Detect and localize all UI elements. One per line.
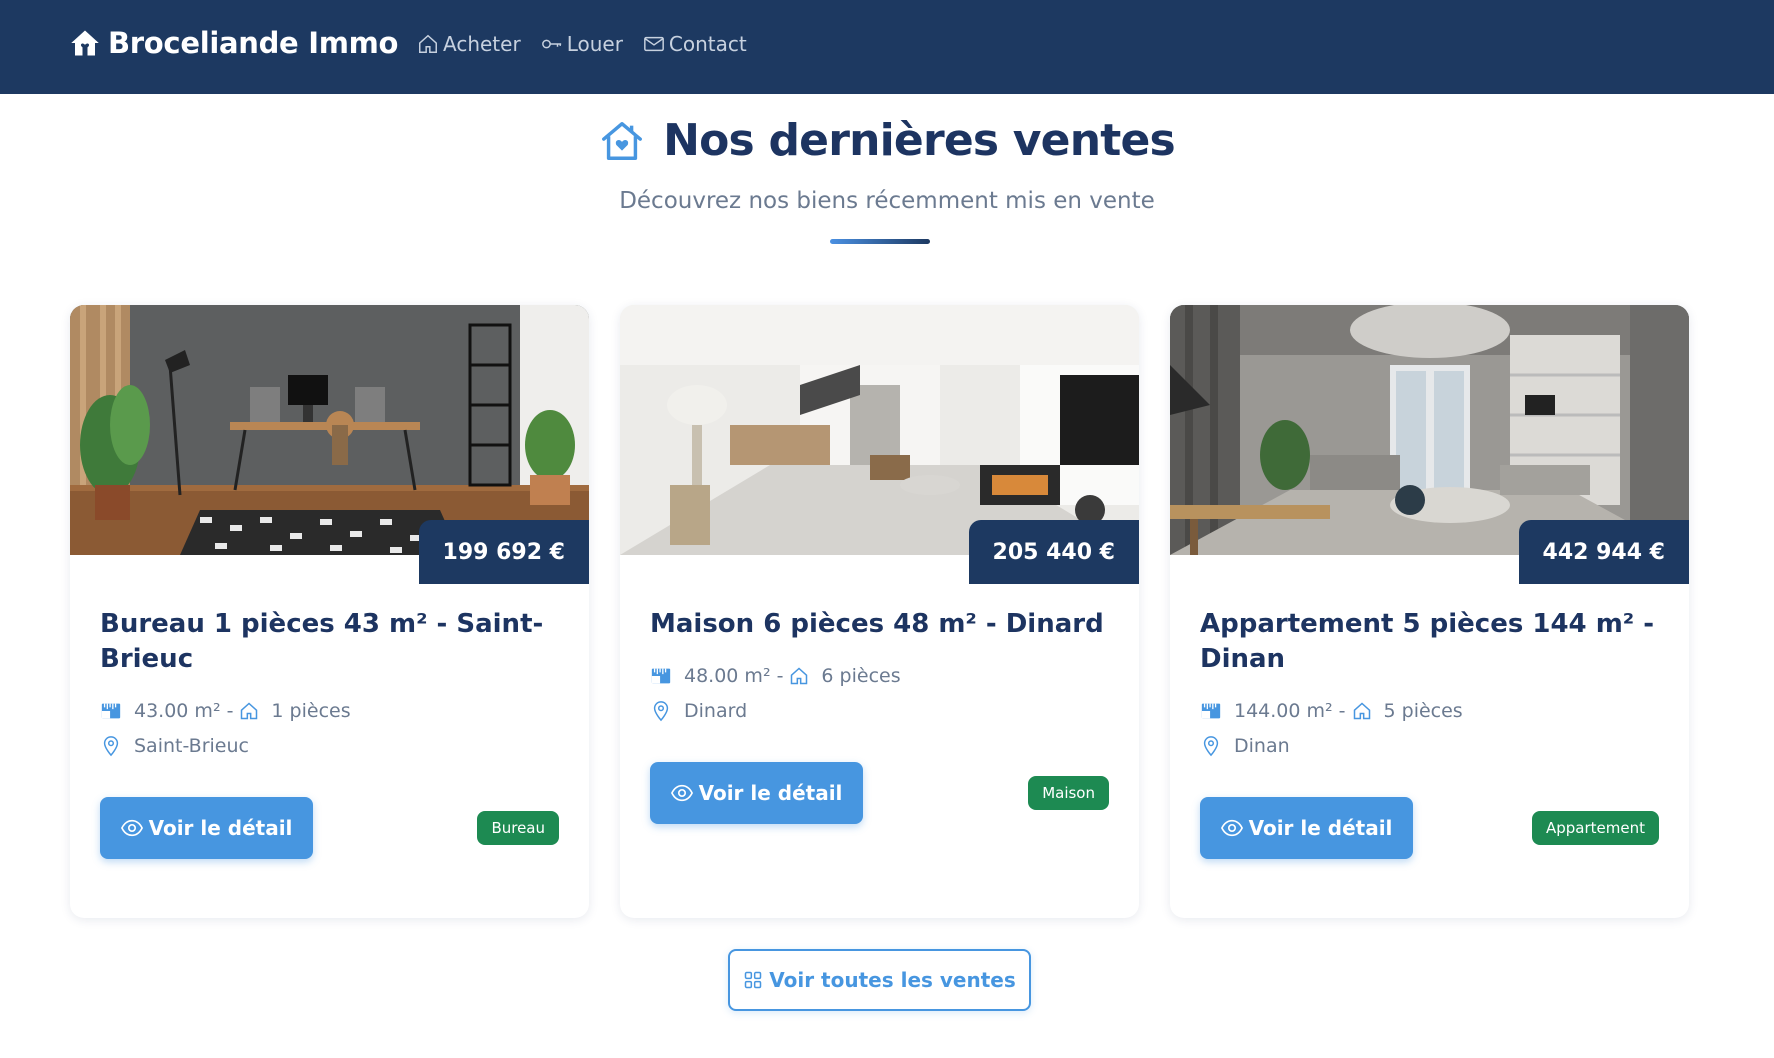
- button-label: Voir toutes les ventes: [769, 968, 1016, 992]
- surface-rooms-row: 144.00 m² - 5 pièces: [1200, 700, 1463, 722]
- key-icon: [541, 39, 561, 49]
- envelope-icon: [644, 36, 664, 52]
- nav-link-label: Contact: [668, 32, 747, 56]
- eye-icon: [1220, 819, 1243, 837]
- page-subtitle: Découvrez nos biens récemment mis en ven…: [619, 188, 1155, 214]
- nav-links: Acheter Louer Contact: [417, 32, 767, 56]
- nav-link-acheter[interactable]: Acheter: [417, 32, 521, 56]
- house-heart-icon: [602, 121, 643, 160]
- house-icon: [1353, 702, 1370, 720]
- view-detail-button[interactable]: Voir le détail: [650, 762, 863, 824]
- separator: -: [1338, 700, 1346, 722]
- property-card: 442 944 € Appartement 5 pièces 144 m² - …: [1170, 305, 1689, 918]
- surface-value: 144.00 m²: [1234, 700, 1333, 722]
- price-badge: 205 440 €: [968, 520, 1139, 584]
- ruler-icon: [651, 668, 671, 684]
- view-all-sales-button[interactable]: Voir toutes les ventes: [728, 949, 1031, 1011]
- ruler-icon: [101, 703, 121, 719]
- map-pin-icon: [103, 736, 119, 757]
- card-title[interactable]: Appartement 5 pièces 144 m² - Dinan: [1200, 607, 1660, 677]
- surface-rooms-row: 43.00 m² - 1 pièces: [100, 700, 351, 722]
- house-icon: [419, 34, 437, 53]
- nav-link-label: Louer: [566, 32, 623, 56]
- property-image[interactable]: [1170, 305, 1689, 555]
- eye-icon: [120, 819, 143, 837]
- button-label: Voir le détail: [148, 816, 293, 840]
- map-pin-icon: [653, 701, 669, 722]
- surface-rooms-row: 48.00 m² - 6 pièces: [650, 665, 901, 687]
- house-icon: [71, 30, 99, 56]
- location-row: Dinan: [1200, 735, 1290, 757]
- type-badge: Appartement: [1531, 811, 1659, 845]
- title-divider: [830, 239, 930, 244]
- section-header: Nos dernières ventes: [0, 115, 1774, 166]
- nav-link-label: Acheter: [443, 32, 521, 56]
- house-icon: [241, 702, 258, 720]
- property-card: 205 440 € Maison 6 pièces 48 m² - Dinard…: [620, 305, 1139, 918]
- map-pin-icon: [1203, 736, 1219, 757]
- page-title: Nos dernières ventes: [663, 115, 1176, 166]
- surface-value: 48.00 m²: [684, 665, 771, 687]
- rooms-value: 5 pièces: [1383, 700, 1463, 722]
- city-value: Saint-Brieuc: [134, 735, 249, 757]
- separator: -: [226, 700, 234, 722]
- location-row: Saint-Brieuc: [100, 735, 249, 757]
- type-badge: Maison: [1028, 776, 1109, 810]
- surface-value: 43.00 m²: [134, 700, 221, 722]
- city-value: Dinan: [1234, 735, 1290, 757]
- grid-icon: [745, 971, 762, 989]
- city-value: Dinard: [684, 700, 748, 722]
- property-image[interactable]: [70, 305, 589, 555]
- separator: -: [776, 665, 784, 687]
- view-detail-button[interactable]: Voir le détail: [1200, 797, 1413, 859]
- button-label: Voir le détail: [1248, 816, 1393, 840]
- brand-logo[interactable]: Broceliande Immo: [70, 26, 398, 60]
- rooms-value: 1 pièces: [271, 700, 351, 722]
- brand-name: Broceliande Immo: [108, 26, 399, 60]
- price-badge: 199 692 €: [418, 520, 589, 584]
- property-image[interactable]: [620, 305, 1139, 555]
- view-detail-button[interactable]: Voir le détail: [100, 797, 313, 859]
- ruler-icon: [1201, 703, 1221, 719]
- button-label: Voir le détail: [698, 781, 843, 805]
- card-title[interactable]: Maison 6 pièces 48 m² - Dinard: [650, 607, 1110, 642]
- nav-link-louer[interactable]: Louer: [541, 32, 623, 56]
- card-title[interactable]: Bureau 1 pièces 43 m² - Saint-Brieuc: [100, 607, 560, 677]
- price-badge: 442 944 €: [1518, 520, 1689, 584]
- house-icon: [791, 667, 808, 685]
- nav-link-contact[interactable]: Contact: [643, 32, 747, 56]
- navbar: Broceliande Immo Acheter Louer Contact: [0, 0, 1774, 94]
- type-badge: Bureau: [477, 811, 559, 845]
- rooms-value: 6 pièces: [821, 665, 901, 687]
- eye-icon: [670, 784, 693, 802]
- property-card: 199 692 € Bureau 1 pièces 43 m² - Saint-…: [70, 305, 589, 918]
- location-row: Dinard: [650, 700, 747, 722]
